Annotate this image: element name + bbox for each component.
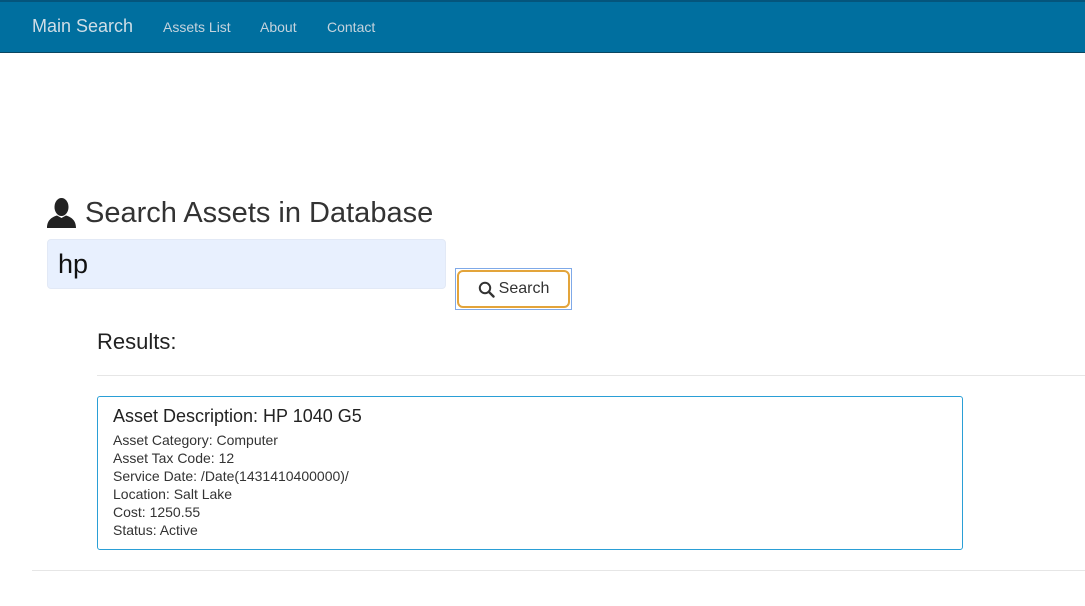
asset-description: Asset Description: HP 1040 G5 bbox=[113, 406, 362, 426]
asset-category: Asset Category: Computer bbox=[113, 432, 278, 448]
brand-link[interactable]: Main Search bbox=[32, 15, 133, 37]
results-divider bbox=[97, 375, 1085, 376]
search-button[interactable]: Search bbox=[457, 270, 570, 308]
page-heading: Search Assets in Database bbox=[46, 193, 433, 233]
asset-cost: Cost: 1250.55 bbox=[113, 504, 201, 520]
asset-status: Status: Active bbox=[113, 522, 198, 538]
asset-service-date: Service Date: /Date(1431410400000)/ bbox=[113, 468, 349, 484]
nav-link-contact[interactable]: Contact bbox=[327, 18, 375, 36]
result-card: Asset Description: HP 1040 G5 Asset Cate… bbox=[97, 396, 963, 550]
search-input[interactable] bbox=[47, 239, 446, 289]
navbar: Main Search Assets List About Contact bbox=[0, 0, 1085, 53]
user-icon bbox=[46, 197, 77, 229]
asset-location: Location: Salt Lake bbox=[113, 486, 233, 502]
search-button-focus-ring: Search bbox=[455, 268, 572, 310]
search-icon bbox=[478, 281, 495, 298]
results-title: Results: bbox=[97, 329, 177, 354]
page-title: Search Assets in Database bbox=[85, 197, 434, 229]
asset-tax-code: Asset Tax Code: 12 bbox=[113, 450, 235, 466]
nav-link-about[interactable]: About bbox=[260, 18, 297, 36]
nav-link-assets-list[interactable]: Assets List bbox=[163, 18, 231, 36]
search-button-label: Search bbox=[498, 280, 550, 297]
footer-divider bbox=[32, 570, 1085, 571]
